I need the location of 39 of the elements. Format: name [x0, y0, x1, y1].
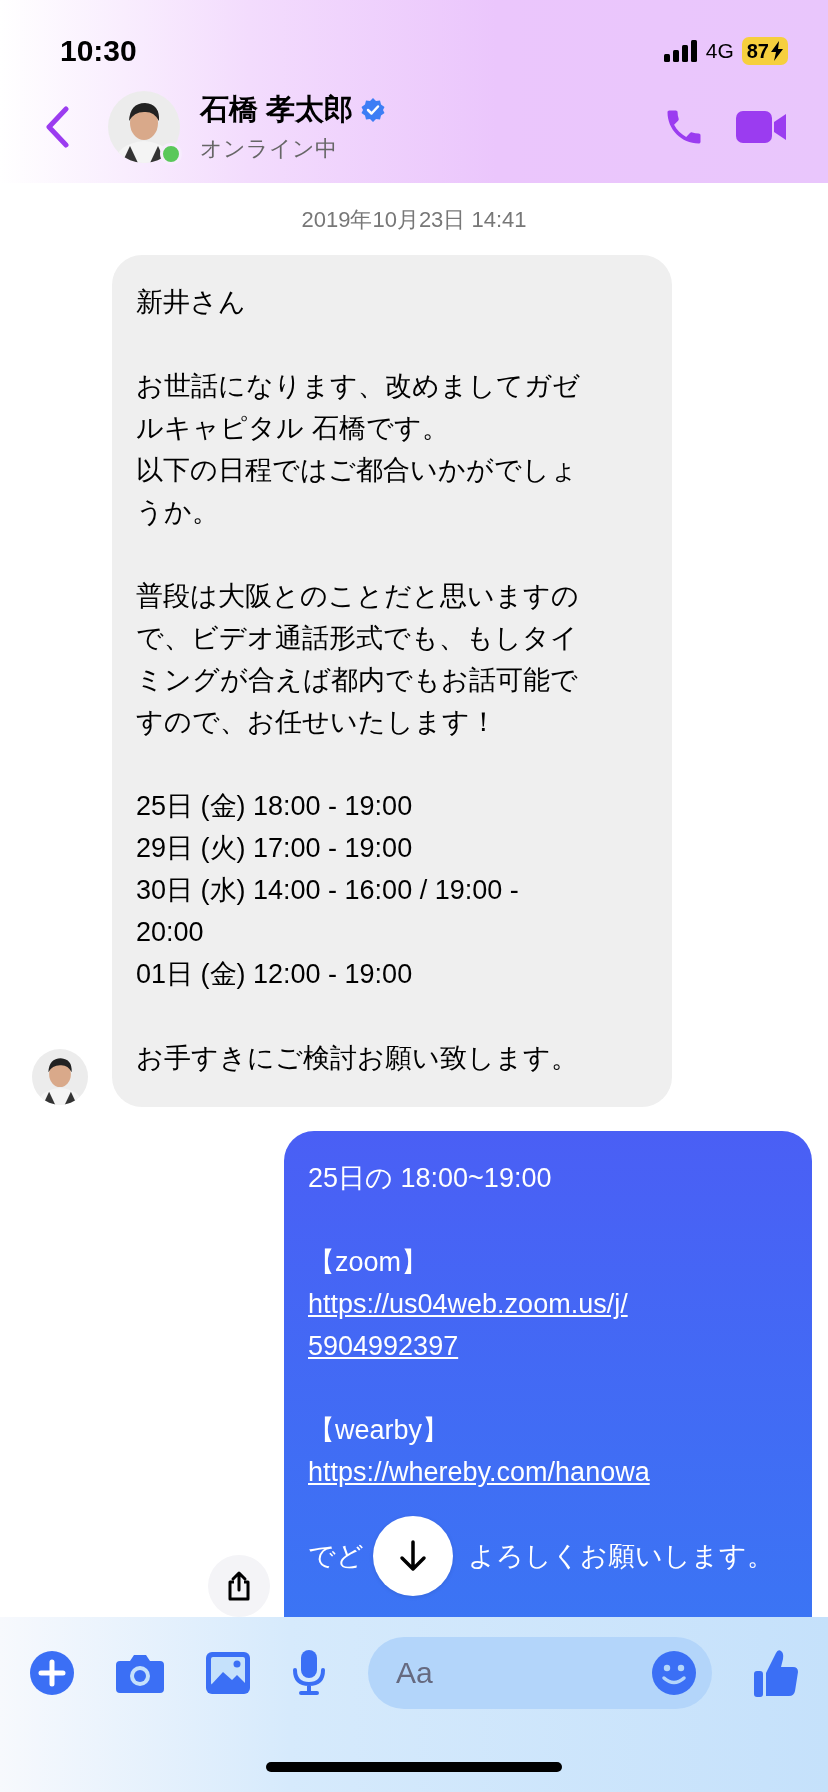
message-text: お手すきにご検討お願い致します。	[136, 1042, 579, 1075]
message-text: 20:00	[136, 916, 205, 949]
network-label: 4G	[705, 39, 734, 63]
message-text: ルキャピタル 石橋です。	[136, 412, 450, 445]
message-text: 普段は大阪とのことだと思いますの	[136, 580, 580, 613]
image-icon[interactable]	[206, 1652, 250, 1694]
message-text: 以下の日程ではご都合いかがでしょ	[136, 454, 579, 487]
signal-icon	[663, 40, 698, 62]
share-icon	[226, 1570, 252, 1602]
message-text: 【zoom】	[308, 1246, 430, 1279]
message-text: 新井さん	[136, 286, 247, 319]
thumbs-up-icon[interactable]	[754, 1649, 798, 1697]
microphone-icon[interactable]	[292, 1650, 326, 1696]
message-text: 25日の 18:00~19:00	[308, 1162, 553, 1195]
message-text: 29日 (火) 17:00 - 19:00	[136, 832, 414, 865]
message-text: うか。	[136, 496, 220, 529]
back-icon[interactable]	[44, 106, 70, 148]
message-link[interactable]: https://whereby.com/hanowa	[308, 1451, 788, 1493]
contact-status: オンライン中	[200, 135, 338, 163]
contact-name: 石橋 孝太郎	[200, 92, 354, 127]
message-text: 30日 (水) 14:00 - 16:00 / 19:00 -	[136, 874, 520, 907]
message-text: お世話になります、改めましてガゼ	[136, 370, 581, 403]
message-text: ミングが合えば都内でもお話可能で	[136, 664, 579, 697]
camera-icon[interactable]	[116, 1653, 164, 1693]
status-time: 10:30	[60, 34, 137, 68]
arrow-down-icon	[399, 1540, 427, 1572]
message-text: 25日 (金) 18:00 - 19:00	[136, 790, 414, 823]
message-text: 【wearby】	[308, 1414, 451, 1447]
message-link[interactable]: https://us04web.zoom.us/j/ 5904992397	[308, 1283, 788, 1367]
smiley-icon[interactable]	[652, 1651, 696, 1695]
message-text: で、ビデオ通話形式でも、もしタイ	[136, 622, 579, 655]
message-text: 01日 (金) 12:00 - 19:00	[136, 958, 414, 991]
message-timestamp: 2019年10月23日 14:41	[300, 206, 528, 234]
message-text: よろしくお願いします。	[468, 1540, 774, 1573]
message-field[interactable]: Aa	[368, 1637, 712, 1709]
message-text: すので、お任せいたします！	[136, 706, 498, 739]
battery-level: 87	[746, 39, 769, 63]
plus-icon[interactable]	[30, 1651, 74, 1695]
message-text: でど	[308, 1540, 364, 1573]
